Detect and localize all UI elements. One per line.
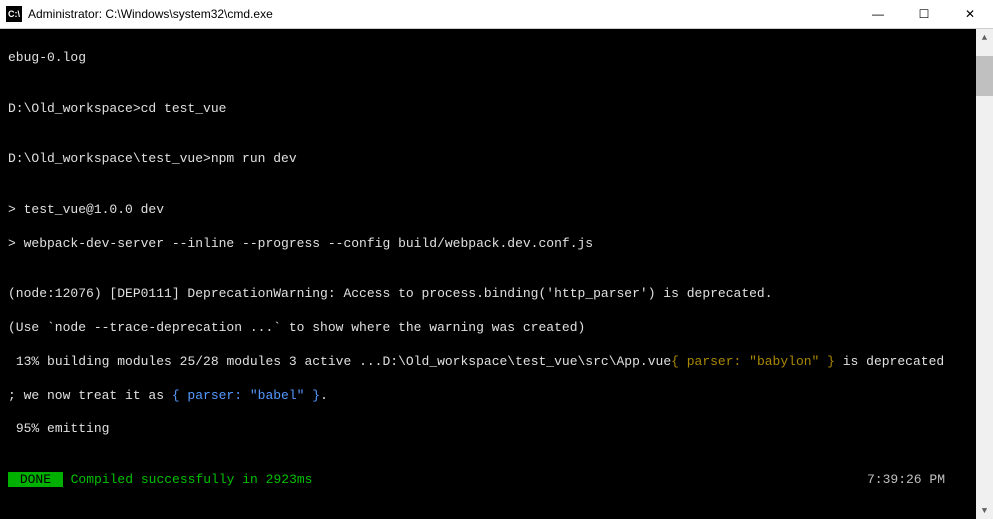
scroll-thumb[interactable] [976, 56, 993, 96]
done-badge: DONE [8, 472, 63, 487]
output-line: 95% emitting [8, 421, 985, 438]
timestamp: 7:39:26 PM [867, 472, 945, 489]
done-message: Compiled successfully in 2923ms [63, 472, 313, 487]
output-line: ebug-0.log [8, 50, 985, 67]
scroll-up-button[interactable]: ▲ [976, 29, 993, 46]
scroll-track[interactable] [976, 46, 993, 502]
output-line: > webpack-dev-server --inline --progress… [8, 236, 985, 253]
output-line: (Use `node --trace-deprecation ...` to s… [8, 320, 985, 337]
maximize-button[interactable]: ☐ [901, 0, 947, 28]
vertical-scrollbar[interactable]: ▲ ▼ [976, 29, 993, 519]
titlebar: C:\ Administrator: C:\Windows\system32\c… [0, 0, 993, 29]
window-controls: — ☐ ✕ [855, 0, 993, 28]
close-button[interactable]: ✕ [947, 0, 993, 28]
minimize-button[interactable]: — [855, 0, 901, 28]
output-line [8, 506, 985, 519]
scroll-down-button[interactable]: ▼ [976, 502, 993, 519]
window-title: Administrator: C:\Windows\system32\cmd.e… [28, 7, 855, 21]
output-line: (node:12076) [DEP0111] DeprecationWarnin… [8, 286, 985, 303]
output-line: > test_vue@1.0.0 dev [8, 202, 985, 219]
output-line: D:\Old_workspace>cd test_vue [8, 101, 985, 118]
terminal-output: ebug-0.log D:\Old_workspace>cd test_vue … [0, 29, 993, 519]
output-line: ; we now treat it as { parser: "babel" }… [8, 388, 985, 405]
parser-new: { parser: "babel" } [172, 388, 320, 403]
done-line: DONE Compiled successfully in 2923ms 7:39… [8, 472, 985, 489]
output-line: D:\Old_workspace\test_vue>npm run dev [8, 151, 985, 168]
output-line: 13% building modules 25/28 modules 3 act… [8, 354, 985, 371]
parser-old: { parser: "babylon" } [671, 354, 835, 369]
cmd-icon: C:\ [6, 6, 22, 22]
